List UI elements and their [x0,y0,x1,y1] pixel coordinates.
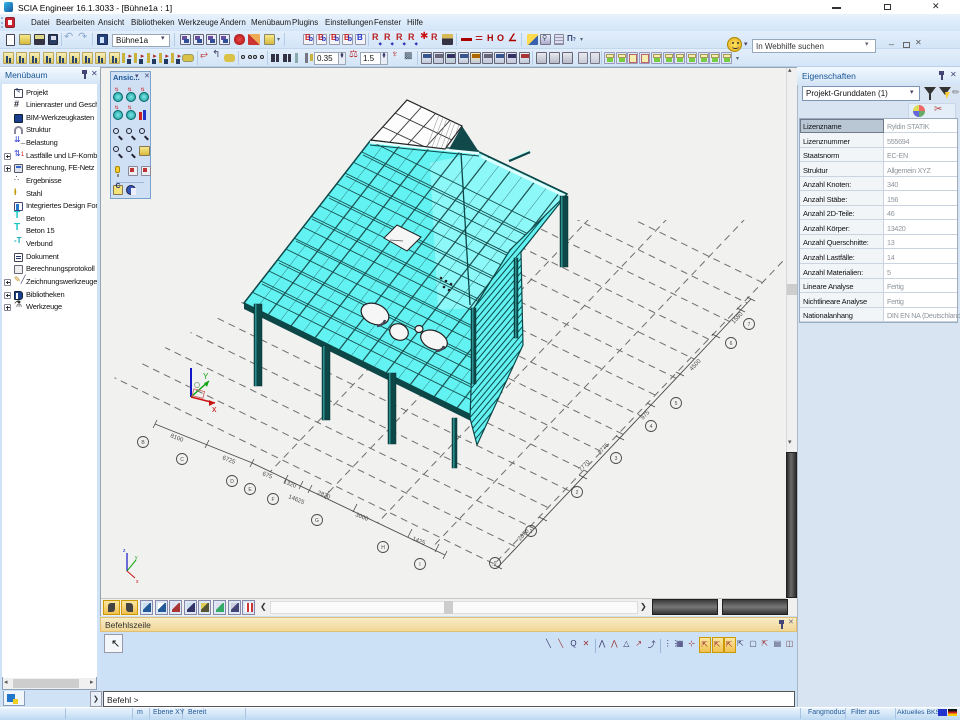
svg-text:G: G [315,518,319,524]
svg-text:Y: Y [203,372,209,381]
svg-text:0: 0 [494,561,497,567]
svg-text:F: F [271,497,274,503]
svg-text:H: H [381,545,385,551]
svg-text:1: 1 [530,529,533,535]
svg-text:6: 6 [730,341,733,347]
svg-text:I: I [419,562,420,568]
svg-text:4: 4 [650,424,653,430]
svg-text:3: 3 [615,456,618,462]
svg-text:C: C [180,457,184,463]
svg-text:D: D [230,479,234,485]
svg-text:7: 7 [748,322,751,328]
svg-text:2: 2 [576,490,579,496]
svg-text:5: 5 [675,401,678,407]
svg-text:x: x [212,404,217,414]
